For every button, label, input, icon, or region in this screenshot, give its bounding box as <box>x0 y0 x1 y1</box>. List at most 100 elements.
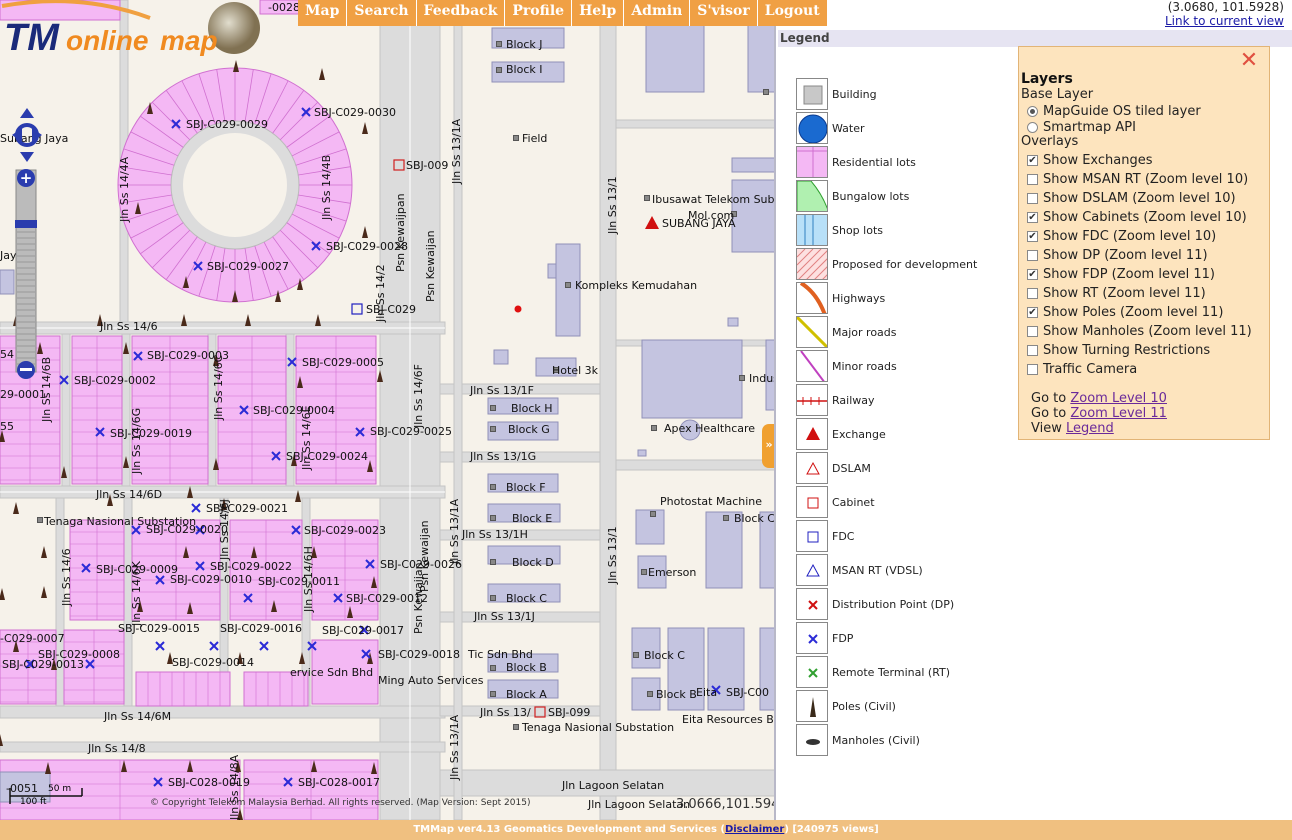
checkbox-icon[interactable] <box>1027 250 1038 261</box>
rt-icon <box>796 656 828 688</box>
legend-item: Exchange <box>796 418 996 452</box>
map-label: Jln Ss 14/8 <box>88 742 146 755</box>
checkbox-icon[interactable]: ✔ <box>1027 269 1038 280</box>
radio-icon[interactable] <box>1027 106 1038 117</box>
legend-label: Shop lots <box>832 224 883 237</box>
logo-tm: TM <box>4 17 60 58</box>
map-street-label: Jln Ss 14/4A <box>118 156 131 222</box>
map-label: Kompleks Kemudahan <box>575 279 698 292</box>
overlay-label: Show Poles (Zoom level 11) <box>1043 305 1224 320</box>
goto-prefix: Go to <box>1031 406 1067 421</box>
map-label: Block A <box>506 688 547 701</box>
overlay-option[interactable]: Show MSAN RT (Zoom level 10) <box>1027 170 1248 189</box>
checkbox-icon[interactable]: ✔ <box>1027 307 1038 318</box>
zoom-level-11-link[interactable]: Zoom Level 11 <box>1070 406 1167 421</box>
view-legend: View Legend <box>1031 421 1114 436</box>
nav-search[interactable]: Search <box>347 0 417 26</box>
legend-label: Manholes (Civil) <box>832 734 920 747</box>
legend-label: Railway <box>832 394 875 407</box>
checkbox-icon[interactable] <box>1027 193 1038 204</box>
overlay-option[interactable]: Show Turning Restrictions <box>1027 341 1210 360</box>
checkbox-icon[interactable]: ✔ <box>1027 231 1038 242</box>
disclaimer-link[interactable]: Disclaimer <box>725 824 784 835</box>
legend-item: Water <box>796 112 996 146</box>
legend-link[interactable]: Legend <box>1066 421 1114 436</box>
overlay-option[interactable]: Show RT (Zoom level 11) <box>1027 284 1206 303</box>
map-canvas[interactable]: SBJ-C029-0030 SBJ-C029-0029 SBJ-009 SBJ-C02… <box>0 0 776 820</box>
tm-online-map-logo[interactable]: TM online map <box>0 0 262 59</box>
checkbox-icon[interactable]: ✔ <box>1027 155 1038 166</box>
nav-feedback[interactable]: Feedback <box>417 0 506 26</box>
map-street-label: Jln Ss 14/8A <box>228 754 241 820</box>
nav-logout[interactable]: Logout <box>758 0 828 26</box>
map-label: 55 <box>0 420 14 433</box>
map-label: Block I <box>506 63 543 76</box>
checkbox-icon[interactable] <box>1027 345 1038 356</box>
legend-label: Residential lots <box>832 156 916 169</box>
legend-label: Major roads <box>832 326 897 339</box>
base-option-label: Smartmap API <box>1043 120 1136 135</box>
nav-map[interactable]: Map <box>298 0 348 26</box>
map-label: Jln Ss 13/1J <box>474 610 535 623</box>
nav-supervisor[interactable]: S'visor <box>690 0 758 26</box>
map-label: Block F <box>506 481 546 494</box>
map-label: Block E <box>512 512 553 525</box>
legend-item: Cabinet <box>796 486 996 520</box>
nav-admin[interactable]: Admin <box>624 0 691 26</box>
map-label: ervice Sdn Bhd <box>290 666 374 679</box>
map-street-label: Jln Ss 14/6H <box>302 546 315 612</box>
overlay-option[interactable]: ✔ Show Poles (Zoom level 11) <box>1027 303 1223 322</box>
map-label: Jln Lagoon Selatan <box>588 798 691 811</box>
scale-bar: 50 m 100 ft <box>8 784 86 810</box>
map-street-label: Jln Ss 14/6 <box>60 548 73 606</box>
map-street-label: Jln Ss 13/1A <box>448 714 461 780</box>
map-street-label: Jln Ss 14/6G <box>130 407 143 474</box>
overlay-option[interactable]: Traffic Camera <box>1027 360 1137 379</box>
nav-profile[interactable]: Profile <box>505 0 573 26</box>
map-label: -0028 <box>268 1 300 14</box>
legend-item: Proposed for development <box>796 248 996 282</box>
checkbox-icon[interactable]: ✔ <box>1027 212 1038 223</box>
nav-help[interactable]: Help <box>572 0 625 26</box>
overlay-option[interactable]: ✔ Show Exchanges <box>1027 151 1153 170</box>
layers-title: Layers <box>1021 71 1073 87</box>
legend-label: Water <box>832 122 865 135</box>
map-street-label: Jln Ss 13/1A <box>450 118 463 184</box>
map-label: SBJ-C029-0024 <box>286 450 368 463</box>
legend-label: Poles (Civil) <box>832 700 896 713</box>
overlay-option[interactable]: Show DP (Zoom level 11) <box>1027 246 1208 265</box>
checkbox-icon[interactable] <box>1027 364 1038 375</box>
legend-item: Building <box>796 78 996 112</box>
zoom-level-10-link[interactable]: Zoom Level 10 <box>1070 391 1167 406</box>
legend-header: Legend <box>778 30 1292 47</box>
checkbox-icon[interactable] <box>1027 174 1038 185</box>
legend-item: Poles (Civil) <box>796 690 996 724</box>
map-label: Block J <box>506 38 543 51</box>
overlay-option[interactable]: ✔ Show Cabinets (Zoom level 10) <box>1027 208 1247 227</box>
map-label: Block D <box>512 556 554 569</box>
map-label: Jln Ss 13/1F <box>470 384 535 397</box>
collapse-panel-button[interactable]: » <box>762 424 774 468</box>
link-to-current-view[interactable]: Link to current view <box>1165 14 1284 28</box>
overlay-label: Traffic Camera <box>1043 362 1138 377</box>
legend-label: Bungalow lots <box>832 190 910 203</box>
overlay-label: Show DSLAM (Zoom level 10) <box>1043 191 1236 206</box>
map-label: SBJ-C029-0022 <box>210 560 292 573</box>
legend-item: Distribution Point (DP) <box>796 588 996 622</box>
goto-zoom10: Go to Zoom Level 10 <box>1031 391 1167 406</box>
map-label: Block G <box>508 423 550 436</box>
overlay-option[interactable]: ✔ Show FDP (Zoom level 11) <box>1027 265 1215 284</box>
overlay-option[interactable]: Show Manholes (Zoom level 11) <box>1027 322 1252 341</box>
map-street-label: Psn Kewaijan <box>424 230 437 302</box>
checkbox-icon[interactable] <box>1027 288 1038 299</box>
map-label: Jln Ss 14/6 <box>100 320 158 333</box>
overlay-option[interactable]: Show DSLAM (Zoom level 10) <box>1027 189 1236 208</box>
overlay-option[interactable]: ✔ Show FDC (Zoom level 10) <box>1027 227 1216 246</box>
legend-label: Distribution Point (DP) <box>832 598 955 611</box>
zoom-control[interactable]: + <box>12 108 42 384</box>
map-street-label: Jln Ss 13/1A <box>448 498 461 564</box>
close-icon[interactable]: ✕ <box>1239 50 1259 72</box>
radio-icon[interactable] <box>1027 122 1038 133</box>
legend-label: Proposed for development <box>832 258 978 271</box>
checkbox-icon[interactable] <box>1027 326 1038 337</box>
